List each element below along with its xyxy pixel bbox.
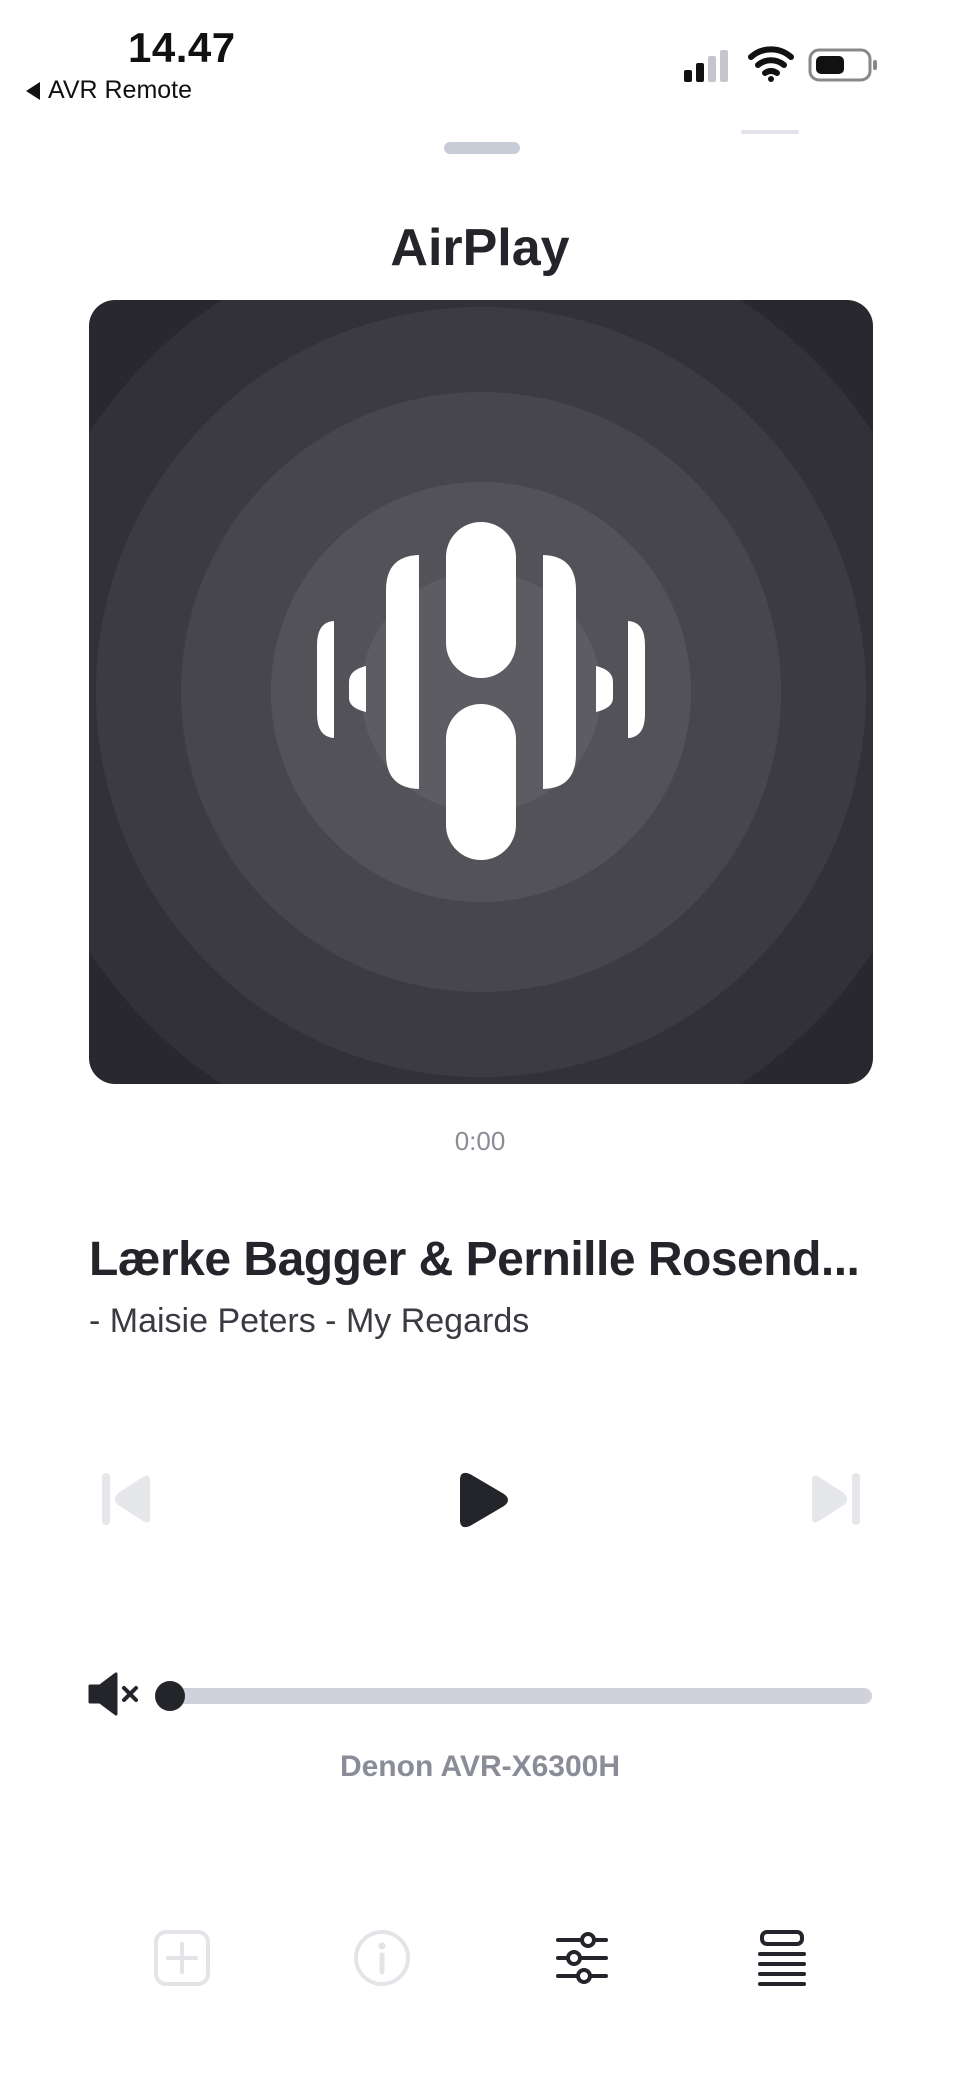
source-title: AirPlay	[390, 219, 570, 277]
status-time: 14.47	[128, 24, 236, 71]
back-to-app-link[interactable]: AVR Remote	[26, 76, 192, 105]
info-circle-icon[interactable]	[352, 1928, 412, 1988]
volume-slider[interactable]	[160, 1688, 872, 1704]
list-stack-icon[interactable]	[752, 1928, 812, 1988]
back-label: AVR Remote	[48, 76, 193, 104]
airplay-waveform-icon	[317, 522, 645, 860]
track-subtitle: - Maisie Peters - My Regards	[89, 1302, 530, 1340]
sheet-grabber[interactable]	[444, 142, 520, 154]
album-artwork	[89, 300, 873, 1084]
add-square-icon[interactable]	[152, 1928, 212, 1988]
cellular-signal-icon	[684, 50, 728, 82]
back-arrow-icon	[26, 81, 40, 100]
output-device-name[interactable]: Denon AVR-X6300H	[0, 1750, 960, 1784]
wifi-icon	[748, 46, 794, 82]
skip-next-icon[interactable]	[808, 1470, 862, 1528]
sheet-edge	[741, 130, 799, 134]
elapsed-time: 0:00	[454, 1126, 506, 1156]
play-icon[interactable]	[458, 1470, 510, 1530]
battery-icon	[808, 48, 877, 82]
sliders-icon[interactable]	[552, 1928, 612, 1988]
volume-slider-knob[interactable]	[155, 1681, 185, 1711]
speaker-muted-icon[interactable]	[88, 1672, 144, 1716]
skip-previous-icon[interactable]	[100, 1470, 154, 1528]
track-title: Lærke Bagger & Pernille Rosend...	[89, 1233, 860, 1286]
